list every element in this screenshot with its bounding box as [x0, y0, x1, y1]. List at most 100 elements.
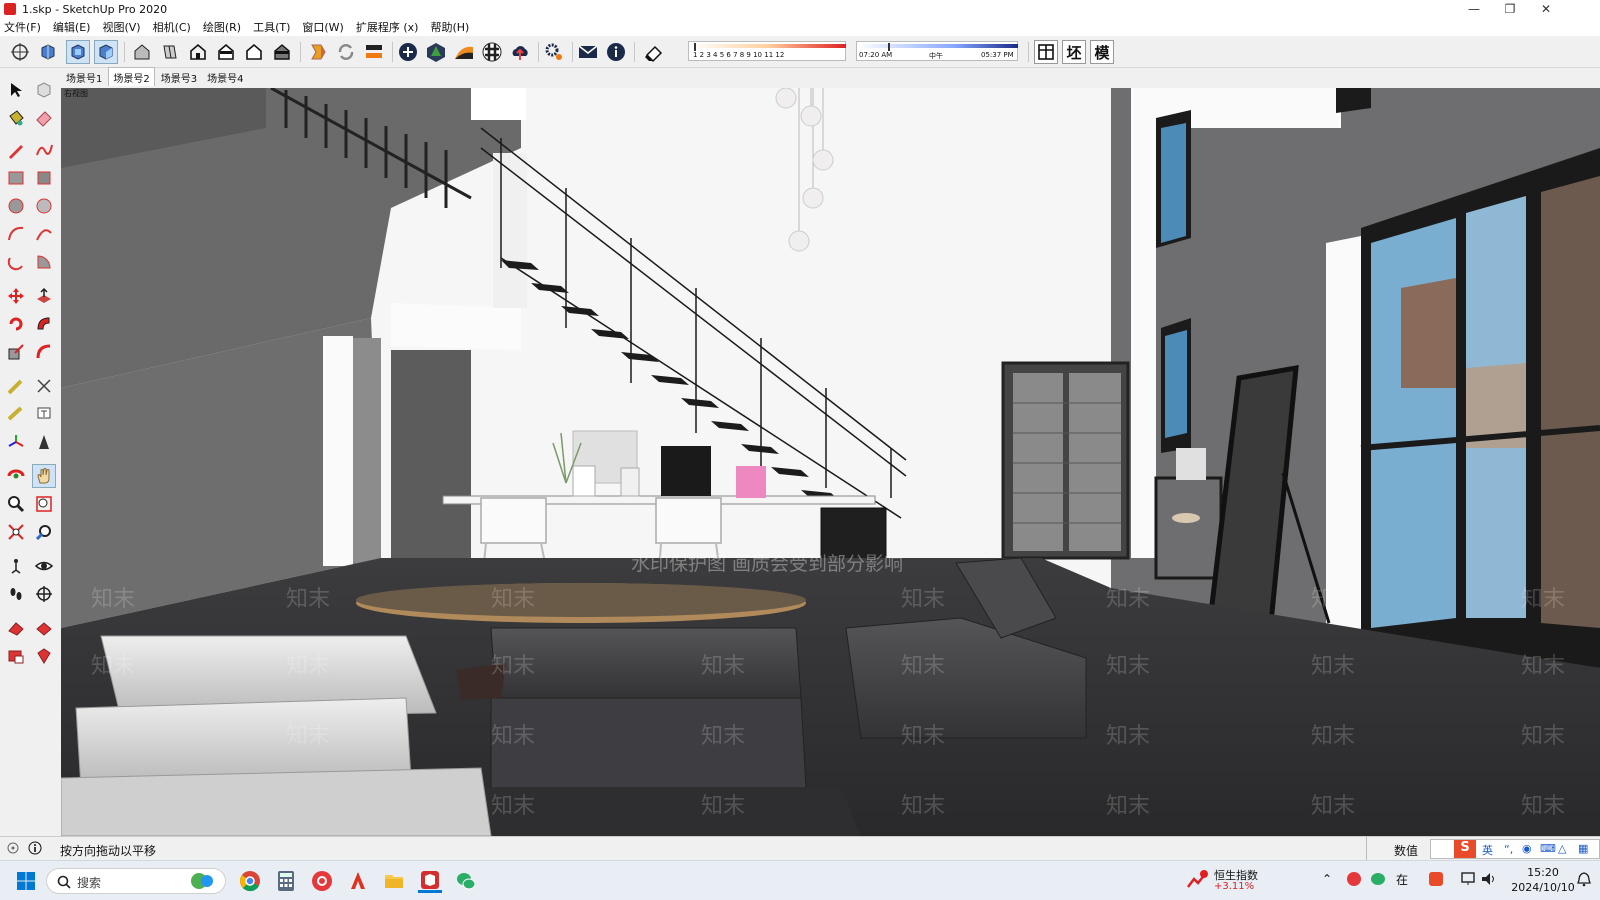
menu-view[interactable]: 视图(V): [102, 19, 140, 35]
look-around-eye-icon[interactable]: [32, 554, 56, 578]
taskbar-search-box[interactable]: 搜索: [46, 868, 226, 894]
pan-hand-icon[interactable]: [32, 464, 56, 488]
geolocation-icon[interactable]: [6, 841, 20, 858]
move-icon[interactable]: [4, 284, 28, 308]
sandbox-terrain-icon[interactable]: [452, 40, 476, 64]
tray-app-icon[interactable]: 在: [1396, 871, 1408, 888]
cloud-upload-icon[interactable]: [508, 40, 532, 64]
select-arrow-icon[interactable]: [4, 78, 28, 102]
rectangle-icon[interactable]: [4, 166, 28, 190]
netease-music-icon[interactable]: [310, 869, 334, 893]
3d-warehouse-icon[interactable]: [424, 40, 448, 64]
text-tool-icon[interactable]: [32, 402, 56, 426]
layer-swap-icon[interactable]: [362, 40, 386, 64]
material-checker-icon[interactable]: [480, 40, 504, 64]
menu-file[interactable]: 文件(F): [4, 19, 41, 35]
menu-camera[interactable]: 相机(C): [153, 19, 191, 35]
extension-warehouse-icon[interactable]: [306, 40, 330, 64]
3d-text-icon[interactable]: [32, 430, 56, 454]
ime-lang-label[interactable]: 英: [1482, 842, 1493, 858]
zoom-window-icon[interactable]: [32, 492, 56, 516]
windows-start-icon[interactable]: [14, 869, 38, 893]
menu-draw[interactable]: 绘图(R): [203, 19, 241, 35]
follow-me-icon[interactable]: [32, 312, 56, 336]
sogou-ime-icon[interactable]: S: [1454, 840, 1476, 858]
xray-house-icon[interactable]: [130, 40, 154, 64]
axes-icon[interactable]: [4, 430, 28, 454]
hidden-line-house-icon[interactable]: [214, 40, 238, 64]
grid-panel-icon[interactable]: [1034, 40, 1058, 64]
wireframe-house-icon[interactable]: [186, 40, 210, 64]
dimension-icon[interactable]: [32, 374, 56, 398]
iso-view-icon[interactable]: [36, 40, 60, 64]
right-view-icon[interactable]: [94, 40, 118, 64]
scene-tab-3[interactable]: 场景号3: [157, 68, 201, 86]
tray-network-icon[interactable]: [1460, 870, 1478, 891]
scene-tab-4[interactable]: 场景号4: [203, 68, 247, 86]
tray-volume-icon[interactable]: [1480, 870, 1498, 891]
minimize-button[interactable]: —: [1456, 0, 1492, 18]
orbit-icon[interactable]: [4, 464, 28, 488]
ime-punct-icon[interactable]: “,: [1504, 843, 1513, 856]
eraser-icon[interactable]: [32, 106, 56, 130]
file-explorer-icon[interactable]: [382, 869, 406, 893]
freehand-icon[interactable]: [32, 138, 56, 162]
settings-gears-icon[interactable]: [542, 40, 566, 64]
sandbox-from-contours-icon[interactable]: [4, 616, 28, 640]
chrome-icon[interactable]: [238, 869, 262, 893]
arc-icon[interactable]: [4, 222, 28, 246]
zoom-extents-icon[interactable]: [4, 520, 28, 544]
calculator-icon[interactable]: [274, 869, 298, 893]
pie-icon[interactable]: [32, 250, 56, 274]
front-view-icon[interactable]: [66, 40, 90, 64]
zoom-icon[interactable]: [4, 492, 28, 516]
shadow-time-slider[interactable]: 07:20 AM 中午 05:37 PM: [856, 41, 1018, 61]
menu-window[interactable]: 窗口(W): [302, 19, 343, 35]
protractor-icon[interactable]: [4, 402, 28, 426]
back-edges-icon[interactable]: [158, 40, 182, 64]
model-viewport[interactable]: 水印保护图 画质会受到部分影响 知末 知末 知末 知末 知末 知末 知末 知末 知末 知末 …: [61, 88, 1600, 836]
sandbox-from-scratch-icon[interactable]: [32, 616, 56, 640]
ime-keyboard-icon[interactable]: ⌨: [1540, 842, 1556, 855]
walk-footprints-icon[interactable]: [4, 582, 28, 606]
scale-icon[interactable]: [4, 340, 28, 364]
menu-help[interactable]: 帮助(H): [430, 19, 469, 35]
pencil-line-icon[interactable]: [4, 138, 28, 162]
ime-skin-icon[interactable]: △: [1558, 842, 1566, 855]
polygon-icon[interactable]: [32, 194, 56, 218]
tray-wechat-icon[interactable]: [1370, 871, 1386, 890]
shadows-toggle-icon[interactable]: [642, 40, 666, 64]
circle-icon[interactable]: [4, 194, 28, 218]
push-pull-icon[interactable]: [32, 284, 56, 308]
ime-mic-icon[interactable]: ◉: [1522, 842, 1532, 855]
ime-menu-icon[interactable]: ▦: [1578, 842, 1588, 855]
sketchup-taskbar-icon[interactable]: [418, 869, 442, 893]
section-plane-icon[interactable]: [32, 582, 56, 606]
acrobat-icon[interactable]: [346, 869, 370, 893]
close-button[interactable]: ✕: [1528, 0, 1564, 18]
clock-time[interactable]: 15:20: [1508, 866, 1578, 879]
tray-chevron-up-icon[interactable]: ⌃: [1322, 872, 1332, 886]
two-point-arc-icon[interactable]: [32, 222, 56, 246]
maximize-button[interactable]: ❐: [1492, 0, 1528, 18]
stamp-icon[interactable]: [32, 644, 56, 668]
rotate-icon[interactable]: [4, 312, 28, 336]
tape-measure-icon[interactable]: [4, 374, 28, 398]
mail-icon[interactable]: [576, 40, 600, 64]
tray-music-icon[interactable]: [1346, 871, 1362, 890]
scene-tab-1[interactable]: 场景号1: [62, 68, 106, 86]
three-point-arc-icon[interactable]: [4, 250, 28, 274]
menu-edit[interactable]: 编辑(E): [53, 19, 91, 35]
help-info-icon[interactable]: [28, 841, 42, 858]
pi-button[interactable]: 坯: [1062, 40, 1086, 64]
menu-tools[interactable]: 工具(T): [253, 19, 290, 35]
tray-sogou-icon[interactable]: [1428, 871, 1444, 890]
refresh-icon[interactable]: [334, 40, 358, 64]
smoove-icon[interactable]: [4, 644, 28, 668]
add-location-icon[interactable]: [396, 40, 420, 64]
monochrome-house-icon[interactable]: [270, 40, 294, 64]
shadow-month-slider[interactable]: 1 2 3 4 5 6 7 8 9 10 11 12: [688, 41, 846, 61]
rotated-rectangle-icon[interactable]: [32, 166, 56, 190]
shaded-house-icon[interactable]: [242, 40, 266, 64]
offset-icon[interactable]: [32, 340, 56, 364]
